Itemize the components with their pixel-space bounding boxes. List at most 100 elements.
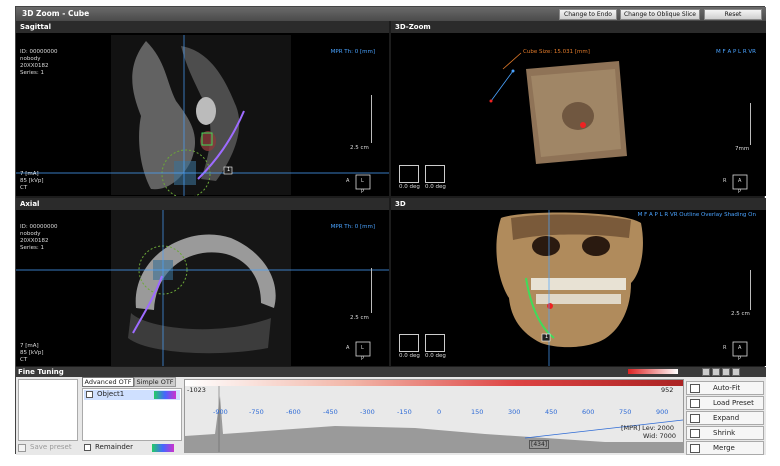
window-title: 3D Zoom - Cube [22, 9, 90, 18]
render-info: M F A P L R VR [716, 49, 756, 55]
scale-bar [366, 268, 372, 313]
histogram-tick: 600 [582, 408, 595, 416]
orient-left: A [346, 178, 350, 184]
histogram-min-label: -1023 [187, 386, 206, 394]
orient-center: L [361, 345, 364, 351]
auto-fit-button[interactable]: Auto-Fit [686, 381, 764, 395]
histogram-tick: 750 [619, 408, 632, 416]
mpr-width-label: Wid: 7000 [643, 432, 677, 440]
orient-center: L [361, 178, 364, 184]
histogram-tick: 450 [545, 408, 558, 416]
scale-bar [366, 95, 372, 143]
sagittal-image [16, 35, 389, 196]
orient-bottom: P [361, 189, 365, 195]
histogram-tick: -300 [360, 408, 375, 416]
patient-info: ID: 00000000 nobody 20XX0182 Series: 1 [20, 224, 58, 251]
expand-label: Expand [713, 414, 740, 422]
panel-maximize-icon[interactable] [722, 368, 730, 376]
save-preset-row[interactable]: Save preset [18, 443, 78, 453]
load-preset-icon [690, 399, 700, 408]
mpr-level-label: [MPR] Lev: 2000 [621, 424, 674, 432]
merge-icon [690, 444, 700, 453]
scale-label: 7mm [735, 146, 750, 152]
sagittal-viewport[interactable]: Sagittal ID: 00000000 nobody 20XX0182 Se… [16, 21, 389, 196]
remainder-label: Remainder [95, 443, 133, 451]
scale-label: 2.5 cm [350, 315, 369, 321]
reset-button[interactable]: Reset [704, 9, 762, 20]
histogram-tick: 300 [508, 408, 521, 416]
change-to-oblique-button[interactable]: Change to Oblique Slice [620, 9, 700, 20]
histogram-tick: -750 [249, 408, 264, 416]
histogram-tick: -600 [286, 408, 301, 416]
title-bar: 3D Zoom - Cube Change to Endo Change to … [16, 7, 766, 21]
mpr-info: MPR Th: 0 [mm] [330, 49, 375, 55]
panel-pin-icon[interactable] [702, 368, 710, 376]
expand-button[interactable]: Expand [686, 411, 764, 425]
histogram-tick: 0 [437, 408, 442, 416]
orient-bottom: P [738, 356, 742, 362]
patient-info: ID: 00000000 nobody 20XX0182 Series: 1 [20, 49, 58, 76]
histogram-tick: -900 [213, 408, 228, 416]
change-to-endo-button[interactable]: Change to Endo [559, 9, 617, 20]
load-preset-button[interactable]: Load Preset [686, 396, 764, 410]
angle-y-label: 0.0 deg [425, 353, 446, 359]
histogram-plot [185, 386, 683, 452]
orient-left: A [346, 345, 350, 351]
zoom3d-viewport[interactable]: 3D-Zoom Cube Size: 15.031 [mm] M F A P L… [391, 21, 766, 196]
list-item[interactable]: Object1 [84, 390, 180, 400]
save-preset-label: Save preset [30, 443, 72, 451]
rotate-x-control[interactable] [399, 334, 419, 352]
merge-button[interactable]: Merge [686, 441, 764, 455]
panel-header: Fine Tuning [16, 367, 766, 377]
shrink-button[interactable]: Shrink [686, 426, 764, 440]
rotate-y-control[interactable] [425, 334, 445, 352]
shrink-label: Shrink [713, 429, 736, 437]
rotate-y-control[interactable] [425, 165, 445, 183]
slice-marker: 1 [545, 334, 549, 340]
orientation-cube[interactable]: A L P [346, 338, 374, 362]
angle-y-label: 0.0 deg [425, 184, 446, 190]
app-window: 3D Zoom - Cube Change to Endo Change to … [15, 6, 766, 455]
angle-x-label: 0.0 deg [399, 353, 420, 359]
scale-label: 2.5 cm [731, 311, 750, 317]
tab-advanced-otf[interactable]: Advanced OTF [82, 377, 134, 387]
zoom3d-image [489, 52, 627, 164]
orientation-cube[interactable]: A L P [346, 171, 374, 195]
orientation-cube[interactable]: R A P [723, 338, 751, 362]
remainder-row[interactable]: Remainder [82, 443, 182, 453]
orient-bottom: P [361, 356, 365, 362]
panel-minimize-icon[interactable] [712, 368, 720, 376]
auto-fit-icon [690, 384, 700, 393]
mpr-info: MPR Th: 0 [mm] [330, 224, 375, 230]
scale-bar [745, 270, 751, 310]
orient-bottom: P [738, 189, 742, 195]
tab-simple-otf[interactable]: Simple OTF [134, 377, 176, 387]
rotate-x-control[interactable] [399, 165, 419, 183]
remainder-checkbox[interactable] [84, 444, 91, 451]
otf-histogram[interactable]: -1023 952 -900 -750 -600 -450 -300 -150 … [184, 379, 684, 453]
object-label: Object1 [97, 390, 125, 398]
scan-info: 7 [mA] 85 [kVp] CT [20, 343, 44, 363]
angle-x-label: 0.0 deg [399, 184, 420, 190]
panel-close-icon[interactable] [732, 368, 740, 376]
cube-size-label: Cube Size: 15.031 [mm] [523, 49, 590, 55]
expand-icon [690, 414, 700, 423]
axial-viewport[interactable]: Axial ID: 00000000 nobody 20XX0182 Serie… [16, 198, 389, 366]
save-preset-checkbox[interactable] [18, 444, 26, 452]
slice-marker: 1 [227, 167, 231, 173]
object-color-swatch[interactable] [154, 391, 176, 399]
scale-label: 2.5 cm [350, 145, 369, 151]
remainder-color-swatch[interactable] [152, 444, 174, 452]
histogram-tick: -150 [397, 408, 412, 416]
vr3d-viewport[interactable]: 3D 1 M F A P L R VR Outline Overlay Shad… [391, 198, 766, 366]
preset-list[interactable] [18, 379, 78, 441]
object-list[interactable]: Object1 [82, 388, 182, 441]
render-info: M F A P L R VR Outline Overlay Shading O… [637, 212, 756, 218]
histogram-tick: 900 [656, 408, 669, 416]
orientation-cube[interactable]: R A P [723, 171, 751, 195]
auto-fit-label: Auto-Fit [713, 384, 741, 392]
orient-center: A [738, 178, 742, 184]
object-checkbox[interactable] [86, 391, 93, 398]
scale-bar [745, 103, 751, 145]
fine-tuning-panel: Fine Tuning Save preset Advanced OTF Sim… [16, 367, 766, 455]
